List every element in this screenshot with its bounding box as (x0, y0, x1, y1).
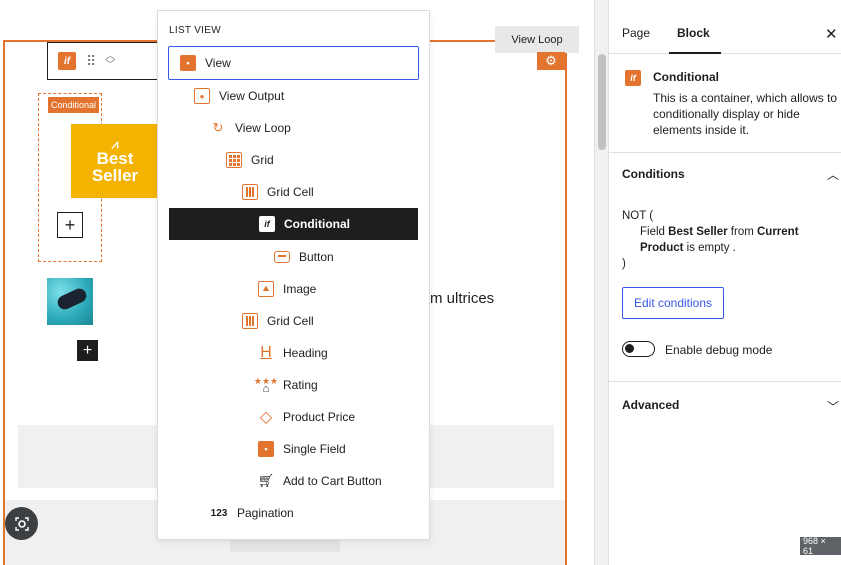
list-view-title: LIST VIEW (169, 25, 221, 36)
calendar-icon: ▪ (179, 54, 197, 72)
move-up-down-icon[interactable]: ︿ ﹀ (105, 52, 115, 71)
placeholder-bar (230, 540, 340, 552)
conditional-block-label: Conditional (48, 97, 100, 113)
list-item-label: View (205, 56, 231, 70)
list-item-label: View Loop (235, 121, 291, 135)
is-empty: is empty . (686, 242, 736, 254)
drag-handle-icon[interactable]: ⠿ (86, 53, 96, 70)
product-image[interactable] (47, 278, 93, 325)
active-tab-indicator (669, 52, 721, 54)
list-item-label: View Output (219, 89, 285, 103)
condition-summary: NOT ( Field Best Seller from Current Pro… (622, 208, 834, 272)
list-item-label: Pagination (237, 506, 294, 520)
tab-page[interactable]: Page (622, 26, 650, 40)
grid-icon (225, 151, 243, 169)
list-item-view-loop[interactable]: ↻ View Loop (209, 113, 291, 143)
list-item-view-output[interactable]: ● View Output (193, 81, 284, 111)
image-size-badge: 968 × 61 (800, 536, 841, 556)
list-item-label: Rating (283, 378, 318, 392)
toggle-knob (625, 344, 634, 353)
list-item-heading[interactable]: H Heading (257, 338, 328, 368)
view-loop-tag[interactable]: View Loop (495, 26, 579, 53)
best-seller-text-2: Seller (91, 166, 139, 185)
list-item-add-to-cart-button[interactable]: 🛒︎ Add to Cart Button (257, 466, 382, 496)
list-item-grid-cell[interactable]: Grid Cell (241, 177, 314, 207)
debug-mode-toggle[interactable] (622, 341, 655, 357)
list-item-rating[interactable]: ★★★ ⌂ Rating (253, 370, 318, 400)
list-item-label: Button (299, 250, 334, 264)
conditional-block-icon[interactable]: if (58, 52, 76, 70)
advanced-panel-toggle[interactable]: Advanced (622, 398, 679, 412)
cart-icon: 🛒︎ (257, 473, 275, 488)
add-block-button[interactable]: + (57, 212, 83, 238)
chevron-up-icon[interactable]: ︿ (827, 166, 839, 183)
block-toolbar: if ⠿ ︿ ﹀ (47, 42, 159, 80)
number-icon: 123 (210, 507, 228, 519)
list-item-single-field[interactable]: ▪ Single Field (257, 434, 346, 464)
list-item-image[interactable]: ⛰ Image (257, 274, 316, 304)
from-word: from (730, 226, 754, 238)
list-item-pagination[interactable]: 123 Pagination (209, 498, 294, 528)
heading-icon: H (260, 344, 272, 361)
list-item-label: Add to Cart Button (283, 474, 382, 488)
body-text: m ultrices (430, 290, 495, 307)
list-item-grid-cell[interactable]: Grid Cell (241, 306, 314, 336)
not-open: NOT ( (622, 210, 654, 222)
chevron-down-icon[interactable]: ﹀ (827, 398, 839, 415)
list-item-label: Image (283, 282, 317, 296)
sidebar-tabs: Page Block ✕ (609, 12, 841, 54)
condition-line: Field Best Seller from Current Product i… (622, 224, 834, 256)
eye-icon: ● (193, 87, 211, 105)
list-item-label: Grid Cell (267, 185, 314, 199)
block-description: This is a container, which allows to con… (653, 91, 838, 137)
tag-icon: ◇ (259, 409, 273, 426)
close-icon[interactable]: ✕ (825, 25, 838, 43)
field-name: Best Seller (668, 226, 728, 238)
list-view-panel: LIST VIEW ▪ View ● View Output ↻ View Lo… (157, 10, 430, 540)
list-item-button[interactable]: Button (273, 242, 334, 272)
close-paren: ) (622, 258, 626, 270)
best-seller-text-1: Best (96, 149, 134, 168)
image-icon: ⛰ (257, 280, 275, 298)
block-title: Conditional (653, 70, 719, 84)
add-block-inserter-button[interactable]: + (77, 340, 98, 361)
list-item-grid[interactable]: Grid (225, 145, 274, 175)
list-item-label: Grid (251, 153, 274, 167)
sandal-shape (55, 286, 89, 312)
list-item-label: Single Field (283, 442, 346, 456)
list-item-conditional[interactable]: if Conditional (169, 208, 418, 240)
if-icon: if (258, 215, 276, 233)
source-name: Current (757, 226, 799, 238)
column-icon (241, 312, 259, 330)
canvas-scrollbar[interactable] (594, 0, 608, 565)
source-name-2: Product (640, 242, 684, 254)
edit-conditions-button[interactable]: Edit conditions (622, 287, 724, 319)
divider (609, 381, 841, 382)
settings-sidebar: Page Block ✕ if Conditional This is a co… (608, 0, 841, 565)
rating-icon: ★★★ ⌂ (253, 376, 279, 395)
tab-block[interactable]: Block (677, 26, 710, 40)
debug-mode-label: Enable debug mode (665, 343, 773, 357)
list-item-label: Product Price (283, 410, 356, 424)
list-item-label: Heading (283, 346, 328, 360)
best-seller-badge[interactable]: ⩘ Best Seller (71, 124, 159, 198)
list-item-label: Grid Cell (267, 314, 314, 328)
column-icon (241, 183, 259, 201)
gear-icon[interactable]: ⚙ (537, 52, 565, 70)
conditional-block-icon: if (625, 70, 641, 86)
divider (609, 152, 841, 153)
list-item-label: Conditional (284, 217, 350, 231)
scrollbar-thumb[interactable] (598, 54, 606, 150)
button-icon (273, 248, 291, 266)
calendar-icon: ▪ (257, 440, 275, 458)
conditions-panel-toggle[interactable]: Conditions (622, 167, 685, 181)
list-item-product-price[interactable]: ◇ Product Price (257, 402, 355, 432)
field-word: Field (640, 226, 665, 238)
lens-search-icon[interactable] (5, 507, 38, 540)
list-item-view[interactable]: ▪ View (168, 46, 419, 80)
loop-eye-icon: ↻ (212, 120, 224, 135)
